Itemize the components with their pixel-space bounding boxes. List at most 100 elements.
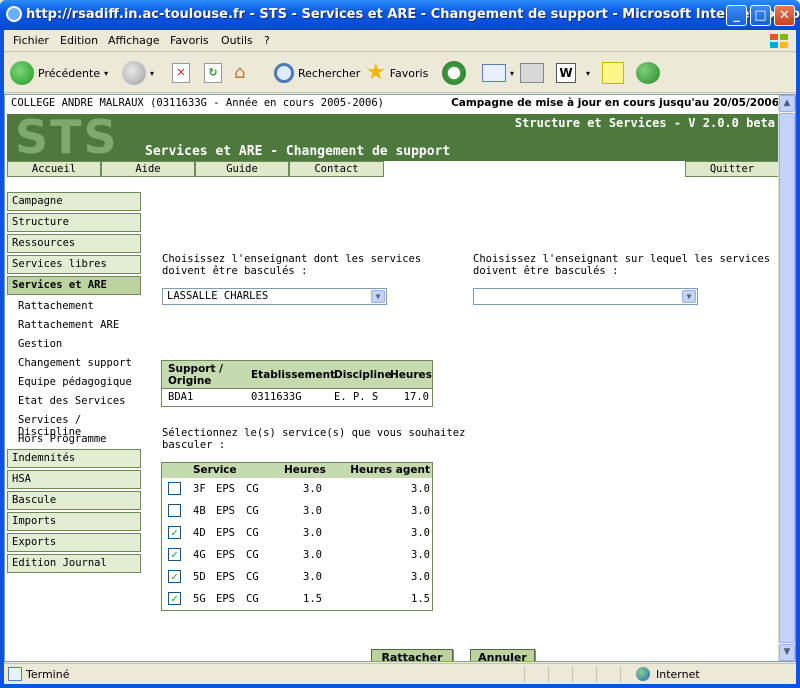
home-button[interactable]: ⌂ — [234, 58, 256, 88]
menu-hsa[interactable]: HSA — [7, 470, 141, 489]
source-teacher-select[interactable]: LASSALLE CHARLES ▼ — [162, 288, 387, 305]
submenu-rattachement[interactable]: Rattachement — [18, 300, 94, 312]
target-teacher-select[interactable]: ▼ — [473, 288, 698, 305]
submenu-gestion[interactable]: Gestion — [18, 338, 62, 350]
status-segment — [548, 666, 572, 682]
submenu-rattachement-are[interactable]: Rattachement ARE — [18, 319, 119, 331]
forward-button[interactable]: ▾ — [122, 58, 154, 88]
refresh-button[interactable]: ↻ — [204, 58, 222, 88]
favorites-button[interactable]: ★ Favoris — [366, 58, 428, 88]
maximize-button[interactable]: □ — [750, 5, 771, 26]
history-button[interactable] — [442, 58, 466, 88]
home-icon: ⌂ — [234, 62, 246, 83]
discuss-button[interactable] — [602, 58, 624, 88]
nav-accueil[interactable]: Accueil — [7, 161, 101, 177]
search-label: Rechercher — [298, 66, 361, 80]
rattacher-button[interactable]: Rattacher — [371, 649, 453, 661]
submenu-changement-support[interactable]: Changement support — [18, 357, 132, 369]
service-checkbox[interactable] — [168, 482, 181, 495]
page-icon — [8, 667, 22, 681]
scroll-thumb[interactable] — [779, 113, 795, 643]
menu-services-libres[interactable]: Services libres — [7, 255, 141, 274]
menu-bar: Fichier Edition Affichage Favoris Outils… — [4, 30, 796, 52]
chevron-down-icon[interactable]: ▼ — [371, 290, 385, 303]
submenu-hors-programme[interactable]: Hors Programme — [18, 433, 107, 445]
window-title: http://rsadiff.in.ac-toulouse.fr - STS -… — [26, 7, 800, 22]
dropdown-arrow-icon[interactable]: ▾ — [586, 69, 590, 78]
nav-contact[interactable]: Contact — [289, 161, 384, 177]
browser-viewport: COLLEGE ANDRE MALRAUX (0311633G - Année … — [4, 94, 796, 662]
service-agent: 3.0 — [411, 527, 430, 539]
service-disc: EPS — [216, 549, 235, 561]
target-teacher-label-2: doivent être basculés : — [473, 265, 619, 277]
header-info-line: COLLEGE ANDRE MALRAUX (0311633G - Année … — [11, 97, 779, 113]
back-button[interactable]: Précédente ▾ — [10, 58, 108, 88]
messenger-button[interactable] — [636, 58, 660, 88]
service-checkbox[interactable]: ✓ — [168, 570, 181, 583]
scroll-up-icon[interactable]: ▲ — [779, 95, 795, 112]
messenger-icon — [636, 62, 660, 84]
menu-favoris[interactable]: Favoris — [170, 34, 209, 47]
nav-aide[interactable]: Aide — [101, 161, 195, 177]
minimize-button[interactable]: _ — [726, 5, 747, 26]
menu-exports[interactable]: Exports — [7, 533, 141, 552]
service-hours: 3.0 — [303, 527, 322, 539]
menu-outils[interactable]: Outils — [221, 34, 253, 47]
status-segment — [572, 666, 596, 682]
menu-help[interactable]: ? — [264, 34, 270, 47]
annuler-button[interactable]: Annuler — [470, 649, 535, 661]
scroll-down-icon[interactable]: ▼ — [779, 644, 795, 661]
menu-ressources[interactable]: Ressources — [7, 234, 141, 253]
menu-fichier[interactable]: Fichier — [13, 34, 49, 47]
service-checkbox[interactable] — [168, 504, 181, 517]
globe-icon — [636, 667, 650, 681]
menu-edition[interactable]: Edition — [60, 34, 98, 47]
dropdown-arrow-icon[interactable]: ▾ — [510, 69, 514, 78]
menu-affichage[interactable]: Affichage — [108, 34, 160, 47]
search-button[interactable]: Rechercher — [274, 58, 360, 88]
browser-client: Fichier Edition Affichage Favoris Outils… — [4, 30, 796, 684]
stop-button[interactable]: ✕ — [172, 58, 190, 88]
menu-bascule[interactable]: Bascule — [7, 491, 141, 510]
service-type: CG — [246, 593, 259, 605]
source-teacher-label-1: Choisissez l'enseignant dont les service… — [162, 253, 422, 265]
menu-structure[interactable]: Structure — [7, 213, 141, 232]
dropdown-arrow-icon[interactable]: ▾ — [104, 69, 108, 78]
service-checkbox[interactable]: ✓ — [168, 526, 181, 539]
mail-icon — [482, 64, 506, 82]
windows-logo-icon — [770, 34, 788, 48]
service-checkbox[interactable]: ✓ — [168, 592, 181, 605]
service-checkbox[interactable]: ✓ — [168, 548, 181, 561]
page-title: Services et ARE - Changement de support — [145, 144, 451, 159]
header-heures-agent: Heures agent — [350, 464, 430, 476]
menu-edition-journal[interactable]: Edition Journal — [7, 554, 141, 573]
vertical-scrollbar[interactable]: ▲ ▼ — [778, 95, 795, 661]
menu-services-et-are[interactable]: Services et ARE — [7, 276, 141, 295]
menu-indemnites[interactable]: Indemnités — [7, 449, 141, 468]
support-table-header: Support / Origine Etablissement Discipli… — [162, 361, 432, 389]
mail-button[interactable]: ▾ — [482, 58, 514, 88]
submenu-equipe-pedagogique[interactable]: Equipe pédagogique — [18, 376, 132, 388]
close-button[interactable]: ✕ — [774, 5, 795, 26]
chevron-down-icon[interactable]: ▼ — [682, 290, 696, 303]
sts-logo: STS — [15, 110, 119, 164]
service-rows: 3F EPS CG 3.0 3.0 4B EPS CG 3.0 3.0 ✓ 4D EPS CG 3.0 3.0… — [162, 478, 432, 610]
service-hours: 3.0 — [303, 505, 322, 517]
nav-guide[interactable]: Guide — [195, 161, 289, 177]
support-heures: 17.0 — [403, 391, 429, 403]
ie-window: http://rsadiff.in.ac-toulouse.fr - STS -… — [0, 0, 800, 688]
submenu-etat-des-services[interactable]: Etat des Services — [18, 395, 125, 407]
quit-button[interactable]: Quitter — [685, 161, 779, 177]
app-version: Structure et Services - V 2.0.0 beta — [514, 116, 775, 130]
edit-button[interactable]: W ▾ — [556, 58, 590, 88]
header-etablissement: Etablissement — [251, 369, 336, 381]
support-discipline: E. P. S — [334, 391, 379, 403]
service-disc: EPS — [216, 571, 235, 583]
print-button[interactable] — [520, 58, 544, 88]
title-bar[interactable]: http://rsadiff.in.ac-toulouse.fr - STS -… — [0, 0, 800, 30]
dropdown-arrow-icon[interactable]: ▾ — [150, 69, 154, 78]
status-bar: Terminé Internet — [4, 663, 796, 684]
menu-campagne[interactable]: Campagne — [7, 192, 141, 211]
header-heures: Heures — [284, 464, 326, 476]
menu-imports[interactable]: Imports — [7, 512, 141, 531]
